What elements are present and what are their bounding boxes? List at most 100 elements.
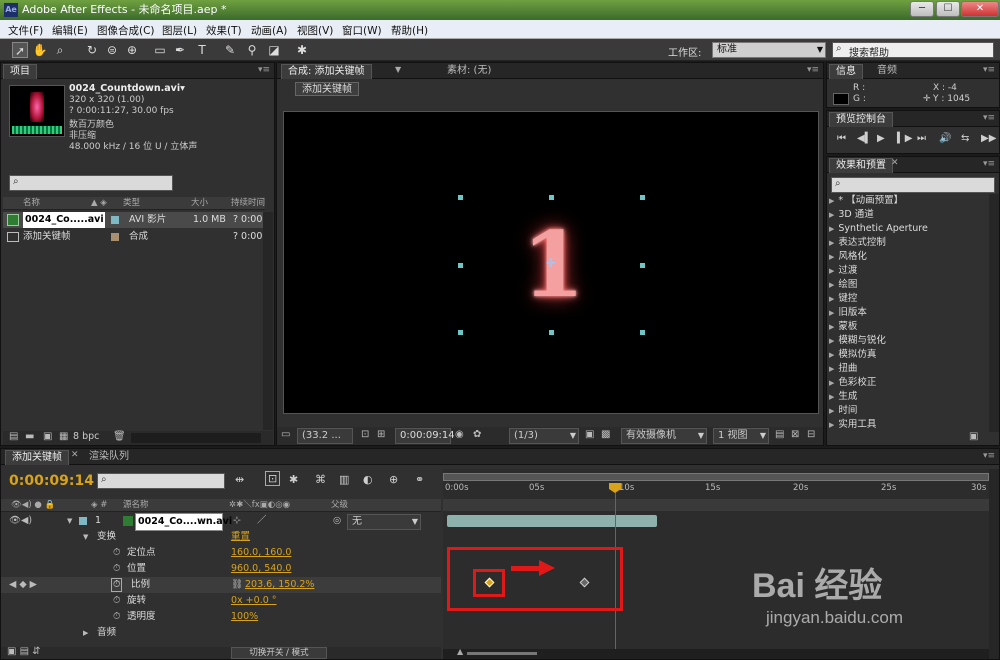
transform-handle[interactable] <box>640 263 645 268</box>
camera-dropdown[interactable]: 有效摄像机 ▼ <box>621 428 707 444</box>
last-frame-icon[interactable]: ⏭ <box>917 133 926 144</box>
effects-category[interactable]: ▶ 3D 通道 <box>829 208 874 222</box>
flowchart-icon[interactable]: ⊠ <box>791 429 799 440</box>
motion-blur-icon[interactable]: ◐ <box>363 473 373 486</box>
property-row[interactable]: ◀ ◆ ▶ ⏱ 比例 ⛓ 203.6, 150.2% <box>1 577 441 593</box>
effects-search-input[interactable]: ⌕ <box>831 177 995 193</box>
timeline-current-time[interactable]: 0:00:09:14 <box>9 473 94 489</box>
property-group-row[interactable]: ▼ 变换 重置 <box>1 529 441 545</box>
parent-dropdown[interactable]: 无 ▼ <box>347 514 421 530</box>
effects-category[interactable]: ▶ 旧版本 <box>829 306 867 320</box>
transform-handle[interactable] <box>458 263 463 268</box>
project-hscroll[interactable] <box>131 433 261 443</box>
selection-tool-icon[interactable]: ➚ <box>12 42 28 58</box>
footage-name[interactable]: 0024_Countdown.avi▾ <box>69 83 185 94</box>
brush-tool-icon[interactable]: ✎ <box>222 42 238 58</box>
first-frame-icon[interactable]: ⏮ <box>837 133 846 144</box>
effects-category[interactable]: ▶ 时间 <box>829 404 857 418</box>
label-color[interactable] <box>79 517 87 525</box>
stopwatch-icon[interactable]: ⏱ <box>113 561 120 577</box>
loop-icon[interactable]: ⇆ <box>961 133 969 144</box>
graph-editor-icon[interactable]: ⊕ <box>389 473 398 486</box>
maximize-button[interactable]: ☐ <box>936 1 960 17</box>
panel-menu-icon[interactable]: ▾≡ <box>258 65 270 75</box>
reset-link[interactable]: 重置 <box>231 529 250 545</box>
effects-category[interactable]: ▶ 蒙板 <box>829 320 857 334</box>
new-preset-icon[interactable]: ▣ <box>969 431 978 442</box>
draft-3d-icon[interactable]: ✱ <box>289 473 298 486</box>
fast-preview-icon[interactable]: ▣ <box>585 429 594 440</box>
timeline-vscroll[interactable] <box>989 469 999 659</box>
always-preview-icon[interactable]: ▭ <box>281 429 290 440</box>
effects-category[interactable]: ▶ 过渡 <box>829 264 857 278</box>
panel-menu-icon[interactable]: ▾≡ <box>983 65 995 75</box>
panel-menu-icon[interactable]: ▾≡ <box>983 159 995 169</box>
effects-category[interactable]: ▶ 模糊与锐化 <box>829 334 886 348</box>
property-value[interactable]: 0x +0.0 ° <box>231 593 277 609</box>
property-value[interactable]: 160.0, 160.0 <box>231 545 291 561</box>
keyframe-navigator-icon[interactable]: ◀ ◆ ▶ <box>9 577 37 593</box>
minimize-button[interactable]: ─ <box>910 1 934 17</box>
effects-category[interactable]: ▶ 表达式控制 <box>829 236 886 250</box>
previous-frame-icon[interactable]: ◀▍ <box>857 133 872 144</box>
label-color[interactable] <box>111 216 119 224</box>
timeline-graph[interactable]: 0:00s 05s 10s 15s 20s 25s 30s ▲ <box>443 469 989 659</box>
menu-window[interactable]: 窗口(W) <box>342 23 382 38</box>
interpret-footage-icon[interactable]: ▤ <box>9 431 18 442</box>
transparency-grid-icon[interactable]: ▩ <box>601 429 610 440</box>
effects-category[interactable]: ▶ 风格化 <box>829 250 867 264</box>
new-composition-icon[interactable]: ▣ <box>43 431 52 442</box>
label-color[interactable] <box>111 233 119 241</box>
col-size[interactable]: 大小 <box>191 197 208 209</box>
current-time-display[interactable]: 0:00:09:14 <box>395 428 455 444</box>
visibility-icon[interactable]: 👁◀) <box>9 513 32 529</box>
property-group-row[interactable]: ▶ 音频 <box>1 625 441 641</box>
layer-row[interactable]: 👁◀) ▼ 1 0024_Co....wn.avi ⊹ ／ ◎ 无 ▼ <box>1 513 441 531</box>
mask-rect-icon[interactable]: ▭ <box>152 42 168 58</box>
panel-menu-icon[interactable]: ▾≡ <box>983 113 995 123</box>
pixel-aspect-icon[interactable]: ▤ <box>775 429 784 440</box>
transform-handle[interactable] <box>640 330 645 335</box>
col-name[interactable]: 名称 <box>23 197 40 209</box>
property-value[interactable]: 203.6, 150.2% <box>245 577 314 593</box>
list-item[interactable]: 添加关键帧 合成 ? 0:00 <box>3 229 265 245</box>
tab-footage[interactable]: 素材: (无) <box>441 64 497 79</box>
view-layout-dropdown[interactable]: 1 视图 ▼ <box>713 428 769 444</box>
transform-handle[interactable] <box>549 195 554 200</box>
col-parent[interactable]: 父级 <box>331 499 348 511</box>
resolution-dropdown[interactable]: (1/3) ▼ <box>509 428 579 444</box>
property-row[interactable]: ⏱ 定位点 160.0, 160.0 <box>1 545 441 561</box>
effects-category[interactable]: ▶ 键控 <box>829 292 857 306</box>
shy-switch-icon[interactable]: ⊹ <box>233 513 241 529</box>
menu-effect[interactable]: 效果(T) <box>206 23 242 38</box>
bit-depth[interactable]: 8 bpc <box>73 431 99 442</box>
close-icon[interactable]: ✕ <box>891 158 899 168</box>
brainstorm-icon[interactable]: ⚭ <box>415 473 424 486</box>
tab-info[interactable]: 信息 <box>829 64 863 79</box>
text-tool-icon[interactable]: T <box>194 42 210 58</box>
constrain-proportions-icon[interactable]: ⛓ <box>231 577 243 593</box>
region-of-interest-icon[interactable]: ⊡ <box>361 429 369 440</box>
transform-handle[interactable] <box>458 195 463 200</box>
effects-category[interactable]: ▶ * 【动画预置】 <box>829 194 903 208</box>
snapshot-icon[interactable]: ◉ <box>455 429 464 440</box>
composition-viewer[interactable]: 1 ✛ <box>283 111 819 414</box>
rotate-tool-icon[interactable]: ↻ <box>84 42 100 58</box>
audio-icon[interactable]: 🔊 <box>939 133 951 144</box>
work-area-bar[interactable] <box>443 473 989 481</box>
effects-category[interactable]: ▶ 模拟仿真 <box>829 348 876 362</box>
tab-render-queue[interactable]: 渲染队列 <box>83 450 135 465</box>
puppet-tool-icon[interactable]: ✱ <box>294 42 310 58</box>
frame-blending-icon[interactable]: ▥ <box>339 473 349 486</box>
tab-audio[interactable]: 音频 <box>871 64 903 79</box>
eraser-tool-icon[interactable]: ◪ <box>266 42 282 58</box>
live-update-icon[interactable]: ⊡ <box>265 471 281 486</box>
tab-preview[interactable]: 预览控制台 <box>829 112 893 127</box>
tab-composition[interactable]: 合成: 添加关键帧 <box>281 64 372 79</box>
toggle-switches-modes-button[interactable]: 切换开关 / 模式 <box>231 647 327 659</box>
item-name[interactable]: 添加关键帧 <box>23 229 71 245</box>
quality-switch-icon[interactable]: ／ <box>257 513 267 529</box>
project-search-input[interactable]: ⌕ <box>9 175 173 191</box>
timeline-hscroll[interactable]: ▲ <box>443 647 989 659</box>
effects-scrollbar[interactable] <box>989 194 999 432</box>
